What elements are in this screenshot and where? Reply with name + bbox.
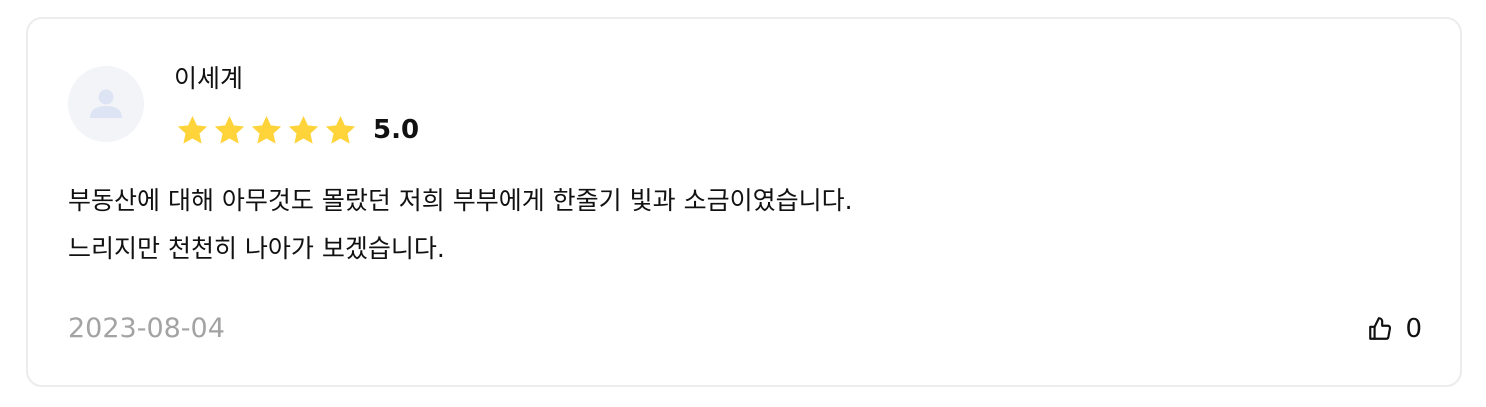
- avatar: [68, 66, 144, 142]
- star-icon: [325, 115, 356, 144]
- rating-row: 5.0: [174, 111, 419, 149]
- star-icon: [288, 115, 319, 144]
- review-text-line: 부동산에 대해 아무것도 몰랐던 저희 부부에게 한줄기 빛과 소금이였습니다.: [68, 186, 853, 215]
- review-card: 이세계 5.0 부동산에 대해 아무것도 몰랐던 저희 부부에게 한줄기 빛과 …: [26, 17, 1462, 387]
- review-date: 2023-08-04: [68, 313, 225, 344]
- review-text-line: 느리지만 천천히 나아가 보겠습니다.: [68, 234, 445, 263]
- like-count: 0: [1405, 314, 1422, 344]
- star-icon: [251, 115, 282, 144]
- thumbs-up-icon: [1369, 317, 1392, 340]
- rating-score: 5.0: [373, 115, 420, 145]
- star-icon: [214, 115, 245, 144]
- like-button[interactable]: 0: [1367, 311, 1422, 347]
- user-avatar-icon: [90, 89, 122, 118]
- reviewer-name: 이세계: [174, 64, 244, 93]
- star-icon: [177, 115, 208, 144]
- review-text: 부동산에 대해 아무것도 몰랐던 저희 부부에게 한줄기 빛과 소금이였습니다.…: [68, 177, 1368, 273]
- star-rating: [174, 112, 359, 149]
